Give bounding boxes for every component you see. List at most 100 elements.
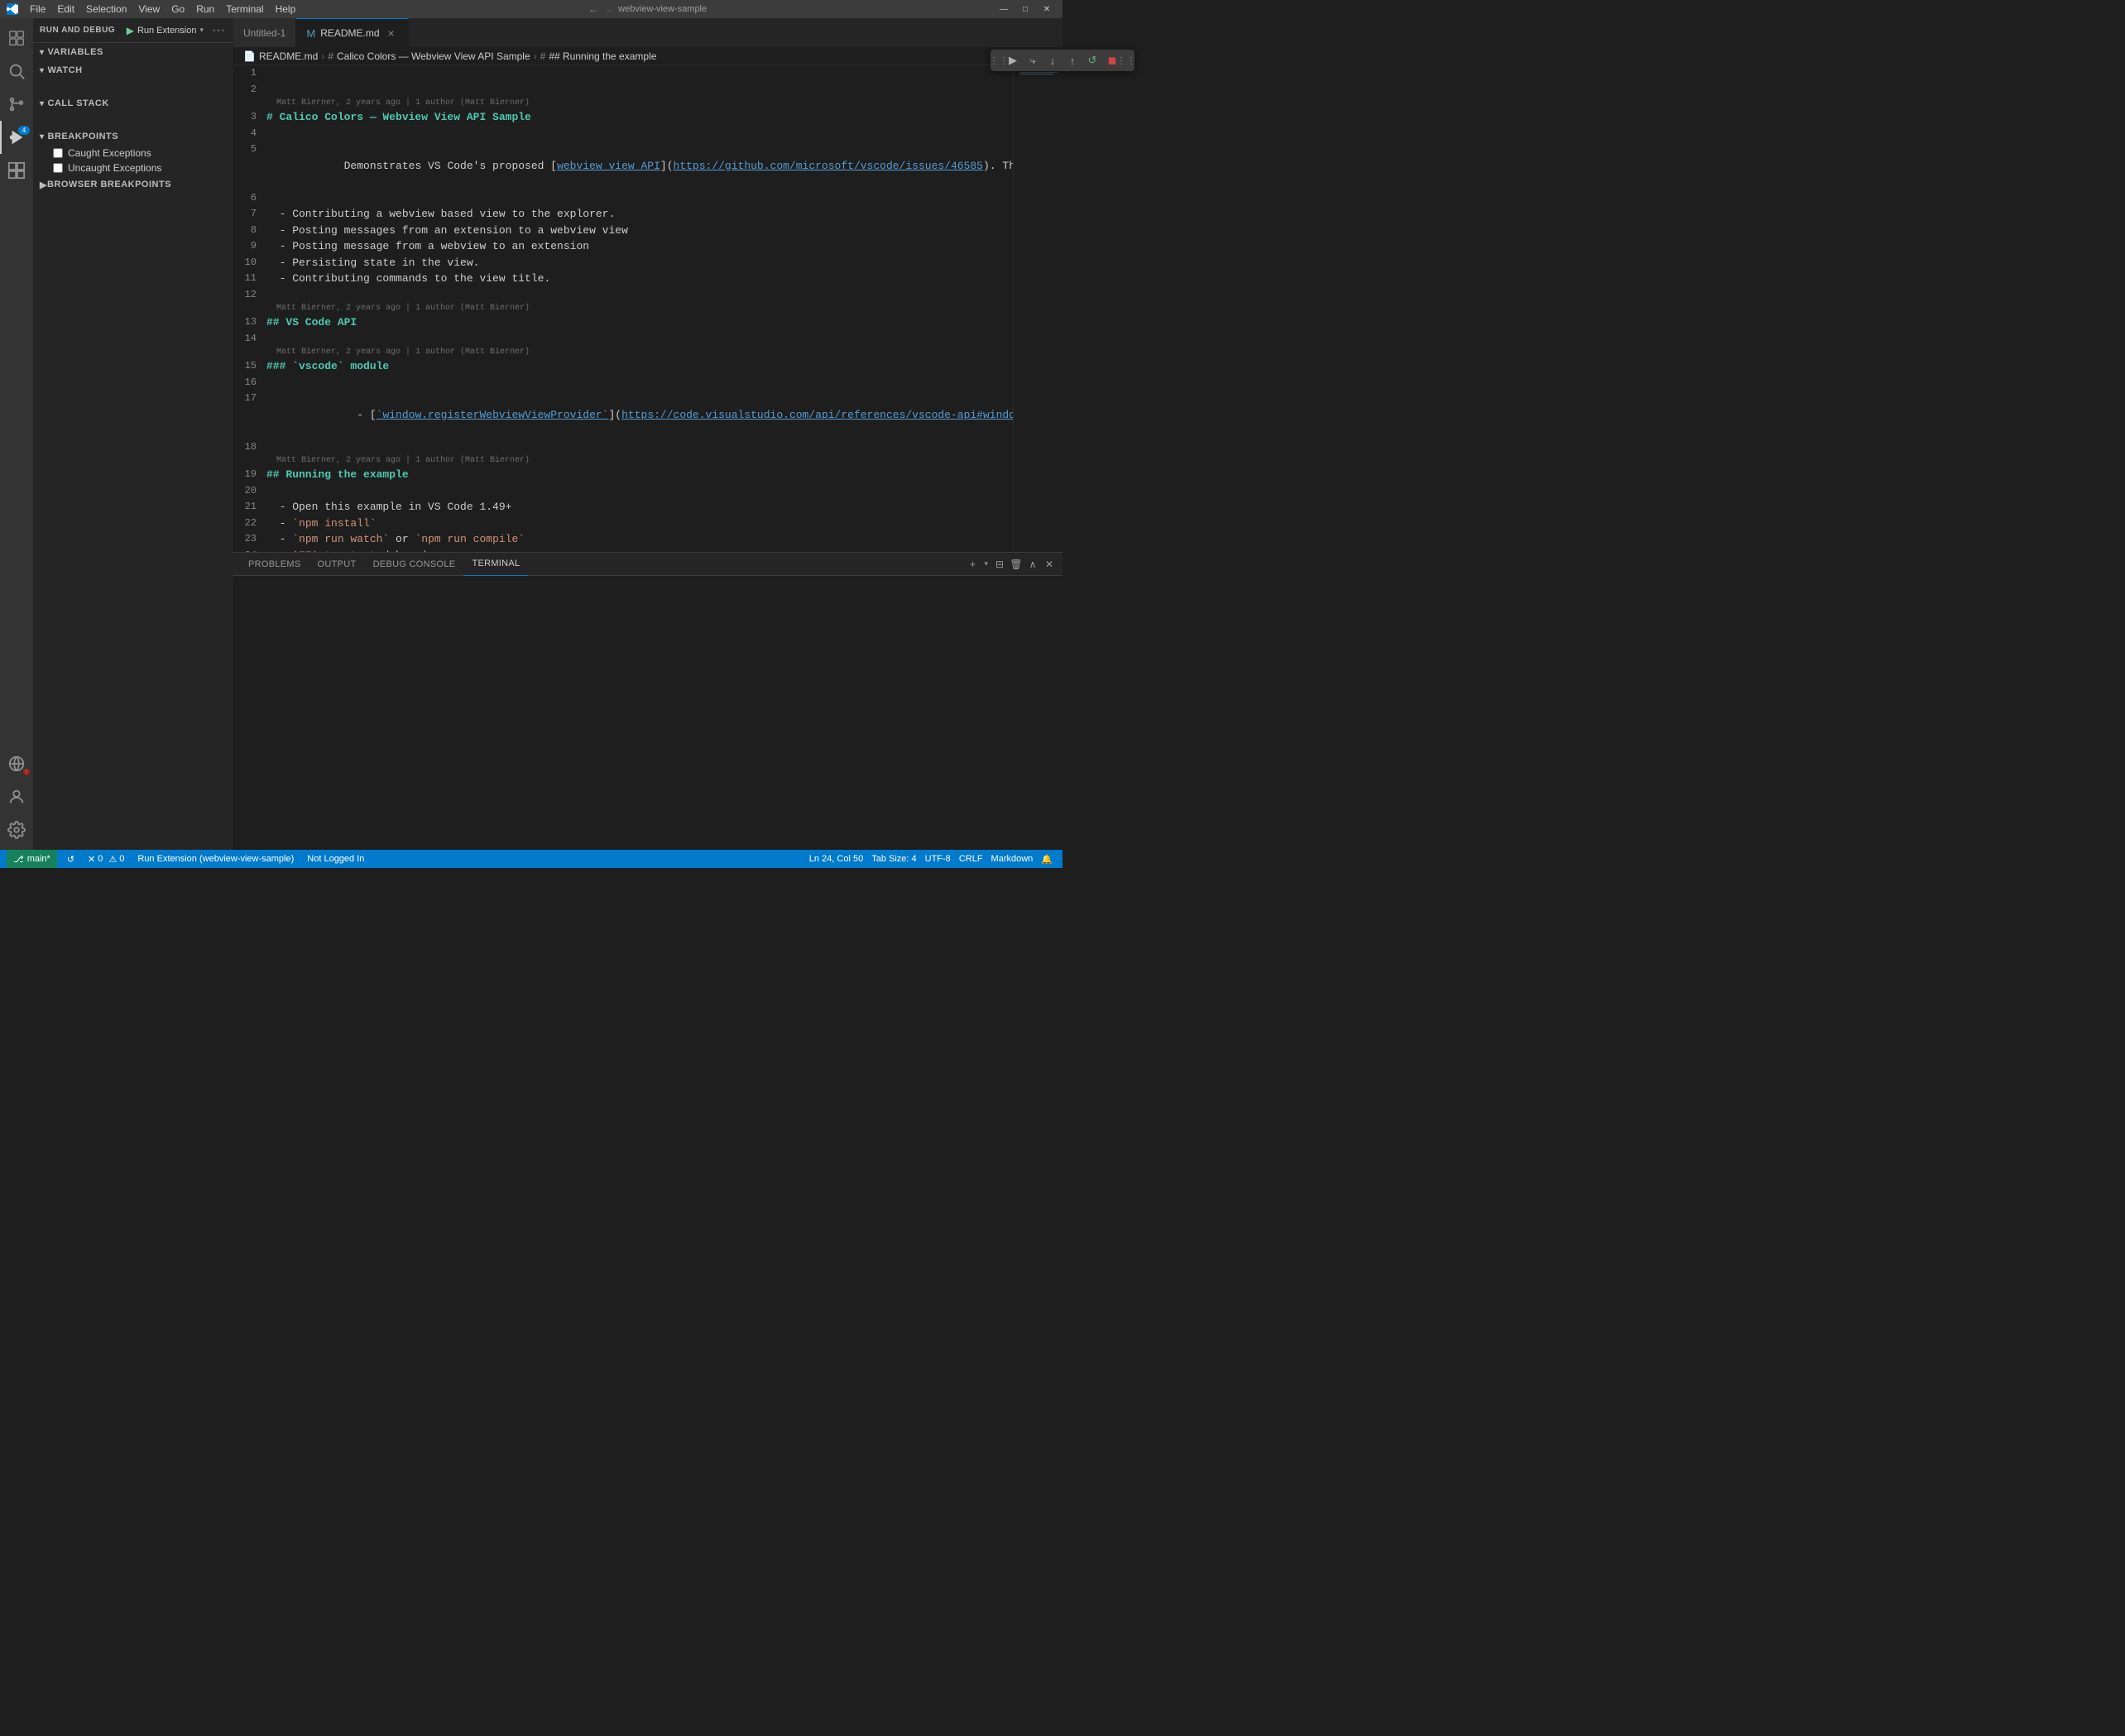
remote-status[interactable]: Run Extension (webview-view-sample) <box>134 854 297 864</box>
title-bar: File Edit Selection View Go Run Terminal… <box>0 0 1062 18</box>
debug-step-over-button[interactable]: ⤷ <box>1024 51 1042 70</box>
breadcrumb-readme[interactable]: README.md <box>259 50 318 62</box>
toolbar-drag-handle[interactable]: ⋮⋮ <box>995 51 1002 70</box>
notifications-bell[interactable]: 🔔 <box>1038 854 1056 865</box>
menu-file[interactable]: File <box>25 2 50 17</box>
caught-exceptions-checkbox[interactable] <box>53 148 63 158</box>
tab-untitled-1-label: Untitled-1 <box>243 27 285 39</box>
breadcrumb-sep-2: › <box>534 50 537 62</box>
menu-help[interactable]: Help <box>271 2 301 17</box>
panel-split-button[interactable]: ⊟ <box>993 558 1006 571</box>
activity-git[interactable] <box>0 88 33 121</box>
caught-exceptions-item: Caught Exceptions <box>33 146 233 161</box>
cursor-position[interactable]: Ln 24, Col 50 <box>806 854 866 864</box>
maximize-button[interactable]: □ <box>1016 3 1034 15</box>
window-controls: — □ ✕ <box>995 3 1056 15</box>
line-content-5: Demonstrates VS Code's proposed [webview… <box>266 141 1013 190</box>
sync-button[interactable]: ↺ <box>64 854 78 865</box>
line23-code2: `npm run compile` <box>415 533 525 545</box>
activity-remote[interactable]: ! <box>0 747 33 780</box>
variables-header[interactable]: ▾ Variables <box>33 43 233 61</box>
remote-error-badge: ! <box>23 769 30 775</box>
tab-size-status[interactable]: Tab Size: 4 <box>868 854 919 864</box>
run-dropdown-arrow[interactable]: ▾ <box>199 26 204 35</box>
activity-explorer[interactable] <box>0 22 33 55</box>
code-line-13: 13 ## VS Code API <box>233 314 1013 331</box>
warning-label: 0 <box>119 854 124 864</box>
debug-step-into-button[interactable]: ↓ <box>1043 51 1062 70</box>
breadcrumb-icon-1: # <box>328 50 333 62</box>
git-branch-status[interactable]: ⎇ main* <box>7 850 57 868</box>
minimize-button[interactable]: — <box>995 3 1013 15</box>
panel-close-button[interactable]: ✕ <box>1043 558 1056 571</box>
menu-edit[interactable]: Edit <box>52 2 79 17</box>
encoding-status[interactable]: UTF-8 <box>922 854 954 864</box>
debug-more-button[interactable]: ··· <box>210 23 227 38</box>
code-line-11: 11 - Contributing commands to the view t… <box>233 271 1013 287</box>
activity-account[interactable] <box>0 780 33 813</box>
line-content-15: ### `vscode` module <box>266 358 1013 375</box>
debug-continue-button[interactable]: ▶ <box>1004 51 1022 70</box>
run-extension-label: Run Extension <box>137 26 197 36</box>
menu-selection[interactable]: Selection <box>81 2 132 17</box>
code-line-2: 2 <box>233 82 1013 98</box>
tab-readme-md[interactable]: M README.md × <box>296 18 408 47</box>
code-editor[interactable]: 1 2 Matt Bierner, 2 years ago | 1 author… <box>233 65 1013 552</box>
line17-paren: ]( <box>609 409 622 421</box>
menu-go[interactable]: Go <box>166 2 189 17</box>
blame-meta-h3: Matt Bierner, 2 years ago | 1 author (Ma… <box>233 347 1013 358</box>
code-line-15: 15 ### `vscode` module <box>233 358 1013 375</box>
panel-tab-terminal[interactable]: Terminal <box>463 553 528 576</box>
bell-icon: 🔔 <box>1041 854 1053 865</box>
window-title: webview-view-sample <box>618 4 707 14</box>
panel-tab-problems[interactable]: Problems <box>240 553 309 576</box>
menu-view[interactable]: View <box>133 2 165 17</box>
run-extension-button[interactable]: ▶ Run Extension ▾ <box>122 23 209 38</box>
code-line-8: 8 - Posting messages from an extension t… <box>233 223 1013 239</box>
nav-back[interactable]: ← <box>588 3 598 15</box>
tab-close-readme[interactable]: × <box>385 26 398 40</box>
browser-breakpoints-header[interactable]: ▶ Browser Breakpoints <box>33 175 233 194</box>
call-stack-header[interactable]: ▾ Call Stack <box>33 94 233 113</box>
call-stack-chevron: ▾ <box>40 99 45 108</box>
not-logged-in-status[interactable]: Not Logged In <box>304 854 367 864</box>
error-label: 0 <box>98 854 103 864</box>
line-num-21: 21 <box>233 499 266 514</box>
line-ending-status[interactable]: CRLF <box>956 854 986 864</box>
language-status[interactable]: Markdown <box>988 854 1037 864</box>
line-num-2: 2 <box>233 82 266 97</box>
activity-search[interactable] <box>0 55 33 88</box>
panel-tab-debug-console[interactable]: Debug Console <box>365 553 464 576</box>
nav-forward[interactable]: → <box>603 3 613 15</box>
warning-icon: ⚠ <box>108 854 117 865</box>
editor-area: 1 2 Matt Bierner, 2 years ago | 1 author… <box>233 65 1062 552</box>
panel-kill-button[interactable]: 🗑 <box>1010 558 1023 571</box>
menu-terminal[interactable]: Terminal <box>221 2 268 17</box>
uncaught-exceptions-checkbox[interactable] <box>53 163 63 173</box>
activity-settings[interactable] <box>0 813 33 846</box>
activity-extensions[interactable] <box>0 154 33 187</box>
menu-run[interactable]: Run <box>191 2 219 17</box>
panel-add-dropdown[interactable]: ▾ <box>982 559 990 568</box>
vscode-logo <box>7 3 18 15</box>
close-button[interactable]: ✕ <box>1038 3 1056 15</box>
run-and-debug-label: Run and Debug <box>40 26 120 35</box>
tab-untitled-1[interactable]: Untitled-1 <box>233 18 296 47</box>
tab-readme-label: README.md <box>320 27 379 39</box>
activity-debug[interactable]: 4 <box>0 121 33 154</box>
line-num-12: 12 <box>233 287 266 302</box>
code-line-21: 21 - Open this example in VS Code 1.49+ <box>233 499 1013 516</box>
panel-tab-output[interactable]: Output <box>309 553 365 576</box>
watch-header[interactable]: ▾ Watch <box>33 61 233 79</box>
error-count[interactable]: ✕ 0 ⚠ 0 <box>84 854 127 865</box>
breakpoints-header[interactable]: ▾ Breakpoints <box>33 127 233 146</box>
panel-collapse-button[interactable]: ∧ <box>1026 558 1039 571</box>
terminal-content[interactable] <box>233 576 1062 850</box>
uncaught-exceptions-item: Uncaught Exceptions <box>33 161 233 175</box>
breadcrumb-calico[interactable]: Calico Colors — Webview View API Sample <box>337 50 530 62</box>
tab-size-label: Tab Size: 4 <box>871 854 916 864</box>
panel-add-button[interactable]: + <box>966 558 979 571</box>
breadcrumb-running[interactable]: ## Running the example <box>549 50 656 62</box>
menu-bar[interactable]: File Edit Selection View Go Run Terminal… <box>25 2 300 17</box>
variables-section: ▾ Variables <box>33 43 233 61</box>
